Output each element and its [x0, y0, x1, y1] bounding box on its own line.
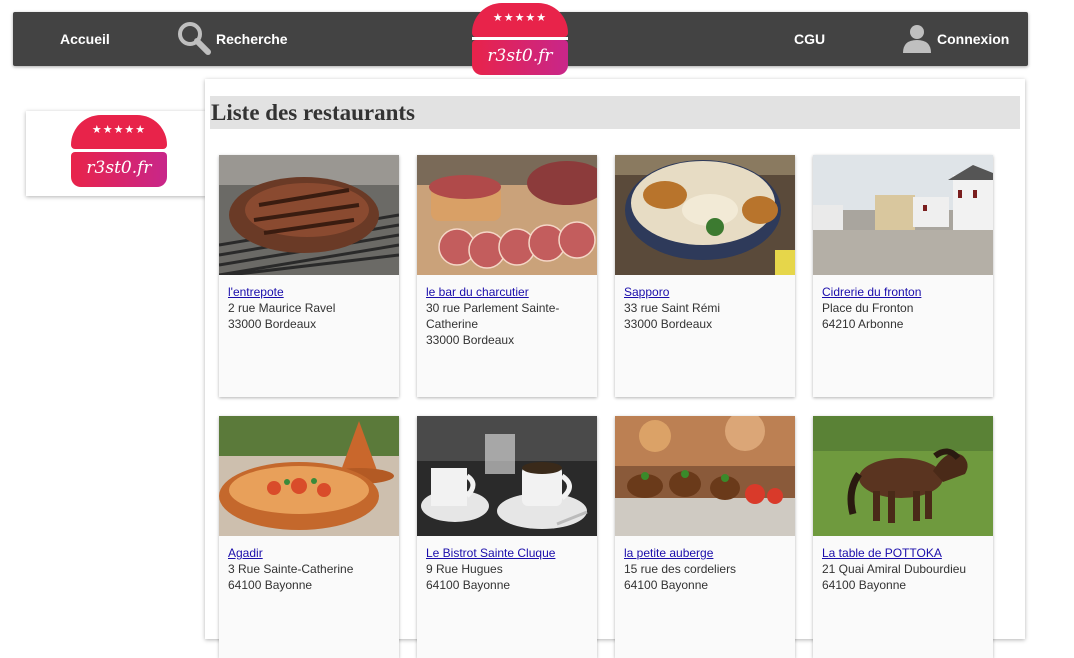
- restaurant-address-city: 64100 Bayonne: [822, 578, 907, 592]
- restaurant-address-city: 33000 Bordeaux: [426, 333, 515, 347]
- restaurant-photo: [615, 416, 795, 536]
- nav-cgu-label: CGU: [794, 31, 826, 47]
- user-icon: [901, 22, 933, 57]
- nav-home-link[interactable]: Accueil: [60, 12, 110, 66]
- nav-search-link[interactable]: Recherche: [176, 12, 288, 66]
- restaurant-photo: [219, 155, 399, 275]
- nav-login-link[interactable]: Connexion: [901, 12, 1009, 66]
- restaurant-photo: [615, 155, 795, 275]
- restaurant-card: la petite auberge 15 rue des cordeliers …: [615, 416, 795, 658]
- sidebar-logo-box: ★★★★★ r3st0.fr: [26, 111, 206, 196]
- restaurant-address-city: 33000 Bordeaux: [228, 317, 317, 331]
- restaurant-name-link[interactable]: La table de POTTOKA: [822, 545, 984, 561]
- nav-home-label: Accueil: [60, 31, 110, 47]
- restaurant-name-link[interactable]: Sapporo: [624, 284, 786, 300]
- restaurant-name-link[interactable]: Cidrerie du fronton: [822, 284, 984, 300]
- restaurant-photo: [417, 155, 597, 275]
- page-title: Liste des restaurants: [211, 100, 416, 125]
- restaurant-card: La table de POTTOKA 21 Quai Amiral Dubou…: [813, 416, 993, 658]
- restaurant-name-link[interactable]: Agadir: [228, 545, 390, 561]
- sidebar-logo[interactable]: ★★★★★ r3st0.fr: [71, 115, 167, 187]
- nav-cgu-link[interactable]: CGU: [794, 12, 825, 66]
- restaurant-address-street: 3 Rue Sainte-Catherine: [228, 562, 354, 576]
- restaurant-photo: [219, 416, 399, 536]
- restaurant-name-link[interactable]: la petite auberge: [624, 545, 786, 561]
- restaurant-address-street: Place du Fronton: [822, 301, 914, 315]
- restaurant-address-street: 9 Rue Hugues: [426, 562, 503, 576]
- restaurant-card: Agadir 3 Rue Sainte-Catherine 64100 Bayo…: [219, 416, 399, 658]
- sidebar-logo-stars: ★★★★★: [91, 124, 147, 136]
- restaurant-card: le bar du charcutier 30 rue Parlement Sa…: [417, 155, 597, 397]
- restaurant-address-city: 64100 Bayonne: [426, 578, 511, 592]
- restaurant-card: Sapporo 33 rue Saint Rémi 33000 Bordeaux: [615, 155, 795, 397]
- restaurant-address-city: 64100 Bayonne: [624, 578, 709, 592]
- site-logo[interactable]: ★★★★★ r3st0.fr: [472, 3, 568, 75]
- top-navbar: Accueil Recherche ★★★★★ r3st0.fr CGU Con…: [13, 3, 1028, 75]
- restaurant-address-street: 21 Quai Amiral Dubourdieu: [822, 562, 967, 576]
- restaurant-address-street: 30 rue Parlement Sainte-Catherine: [426, 301, 560, 331]
- nav-login-label: Connexion: [937, 31, 1010, 47]
- restaurant-name-link[interactable]: l'entrepote: [228, 284, 390, 300]
- sidebar-logo-text: r3st0.fr: [71, 152, 167, 187]
- restaurant-address-city: 33000 Bordeaux: [624, 317, 713, 331]
- restaurant-address-street: 33 rue Saint Rémi: [624, 301, 721, 315]
- restaurant-card: Le Bistrot Sainte Cluque 9 Rue Hugues 64…: [417, 416, 597, 658]
- main-content: Liste des restaurants l'entrepote 2 rue …: [205, 79, 1025, 658]
- logo-stars: ★★★★★: [492, 12, 548, 24]
- restaurant-photo: [813, 155, 993, 275]
- restaurant-name-link[interactable]: le bar du charcutier: [426, 284, 588, 300]
- restaurant-card: l'entrepote 2 rue Maurice Ravel 33000 Bo…: [219, 155, 399, 397]
- restaurant-card: Cidrerie du fronton Place du Fronton 642…: [813, 155, 993, 397]
- restaurant-address-city: 64210 Arbonne: [822, 317, 904, 331]
- restaurant-photo: [813, 416, 993, 536]
- restaurant-address-city: 64100 Bayonne: [228, 578, 313, 592]
- restaurant-photo: [417, 416, 597, 536]
- search-icon: [176, 20, 212, 59]
- logo-text: r3st0.fr: [472, 40, 568, 75]
- restaurant-address-street: 15 rue des cordeliers: [624, 562, 737, 576]
- nav-search-label: Recherche: [216, 31, 288, 47]
- restaurant-name-link[interactable]: Le Bistrot Sainte Cluque: [426, 545, 588, 561]
- page-title-bar: Liste des restaurants: [210, 96, 1020, 129]
- restaurant-address-street: 2 rue Maurice Ravel: [228, 301, 336, 315]
